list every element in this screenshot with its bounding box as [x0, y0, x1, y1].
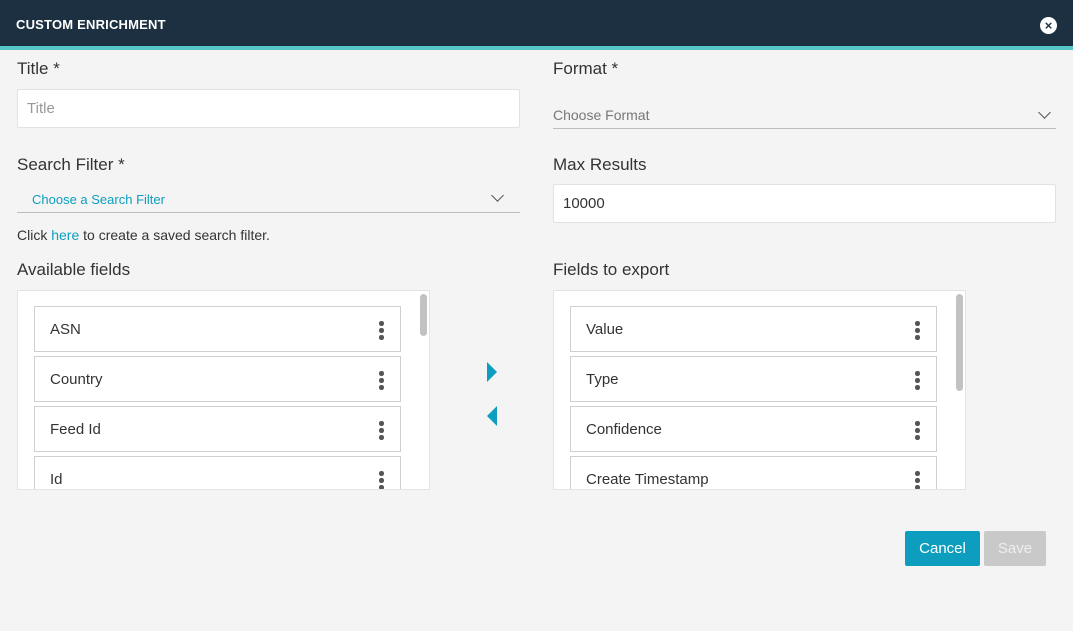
field-label: Type: [586, 371, 619, 388]
search-filter-helper: Click here to create a saved search filt…: [17, 227, 270, 243]
available-field-item[interactable]: Feed Id: [34, 406, 401, 452]
available-field-item[interactable]: Id: [34, 456, 401, 489]
kebab-menu-icon[interactable]: [914, 371, 920, 390]
field-label: Country: [50, 371, 103, 388]
helper-prefix: Click: [17, 227, 52, 243]
search-filter-label: Search Filter *: [17, 155, 125, 174]
modal-title: CUSTOM ENRICHMENT: [16, 17, 166, 32]
chevron-down-icon: [491, 189, 504, 202]
kebab-menu-icon[interactable]: [378, 371, 384, 390]
title-input[interactable]: [17, 89, 520, 128]
export-fields-scrollbar[interactable]: [956, 294, 963, 391]
field-label: ASN: [50, 321, 81, 338]
export-fields-label: Fields to export: [553, 260, 670, 279]
chevron-down-icon: [1038, 106, 1051, 119]
kebab-menu-icon[interactable]: [914, 321, 920, 340]
export-field-item[interactable]: Type: [570, 356, 937, 402]
field-label: Create Timestamp: [586, 471, 709, 488]
kebab-menu-icon[interactable]: [914, 471, 920, 489]
kebab-menu-icon[interactable]: [378, 471, 384, 489]
field-label: Feed Id: [50, 421, 101, 438]
available-fields-list[interactable]: ASN Country Feed Id Id: [17, 290, 430, 490]
caret-left-icon[interactable]: [487, 406, 497, 426]
field-label: Id: [50, 471, 63, 488]
format-select[interactable]: Choose Format: [553, 99, 1056, 129]
kebab-menu-icon[interactable]: [378, 321, 384, 340]
search-filter-select[interactable]: Choose a Search Filter: [17, 183, 520, 213]
export-field-item[interactable]: Create Timestamp: [570, 456, 937, 489]
caret-right-icon[interactable]: [487, 362, 497, 382]
format-select-value: Choose Format: [553, 107, 650, 123]
export-fields-list[interactable]: Value Type Confidence Create Timestamp: [553, 290, 966, 490]
max-results-label: Max Results: [553, 155, 647, 174]
export-field-item[interactable]: Confidence: [570, 406, 937, 452]
save-button[interactable]: Save: [984, 531, 1046, 566]
helper-suffix: to create a saved search filter.: [79, 227, 270, 243]
create-search-filter-link[interactable]: here: [51, 227, 79, 243]
export-field-item[interactable]: Value: [570, 306, 937, 352]
close-icon[interactable]: ×: [1040, 17, 1057, 34]
max-results-input[interactable]: [553, 184, 1056, 223]
field-label: Value: [586, 321, 624, 338]
modal-header: CUSTOM ENRICHMENT ×: [0, 0, 1073, 50]
search-filter-value: Choose a Search Filter: [32, 192, 165, 207]
available-field-item[interactable]: Country: [34, 356, 401, 402]
available-fields-label: Available fields: [17, 260, 131, 279]
title-label: Title *: [17, 59, 60, 78]
cancel-button[interactable]: Cancel: [905, 531, 980, 566]
kebab-menu-icon[interactable]: [914, 421, 920, 440]
field-label: Confidence: [586, 421, 662, 438]
kebab-menu-icon[interactable]: [378, 421, 384, 440]
available-field-item[interactable]: ASN: [34, 306, 401, 352]
available-fields-scrollbar[interactable]: [420, 294, 427, 336]
format-label: Format *: [553, 59, 619, 78]
